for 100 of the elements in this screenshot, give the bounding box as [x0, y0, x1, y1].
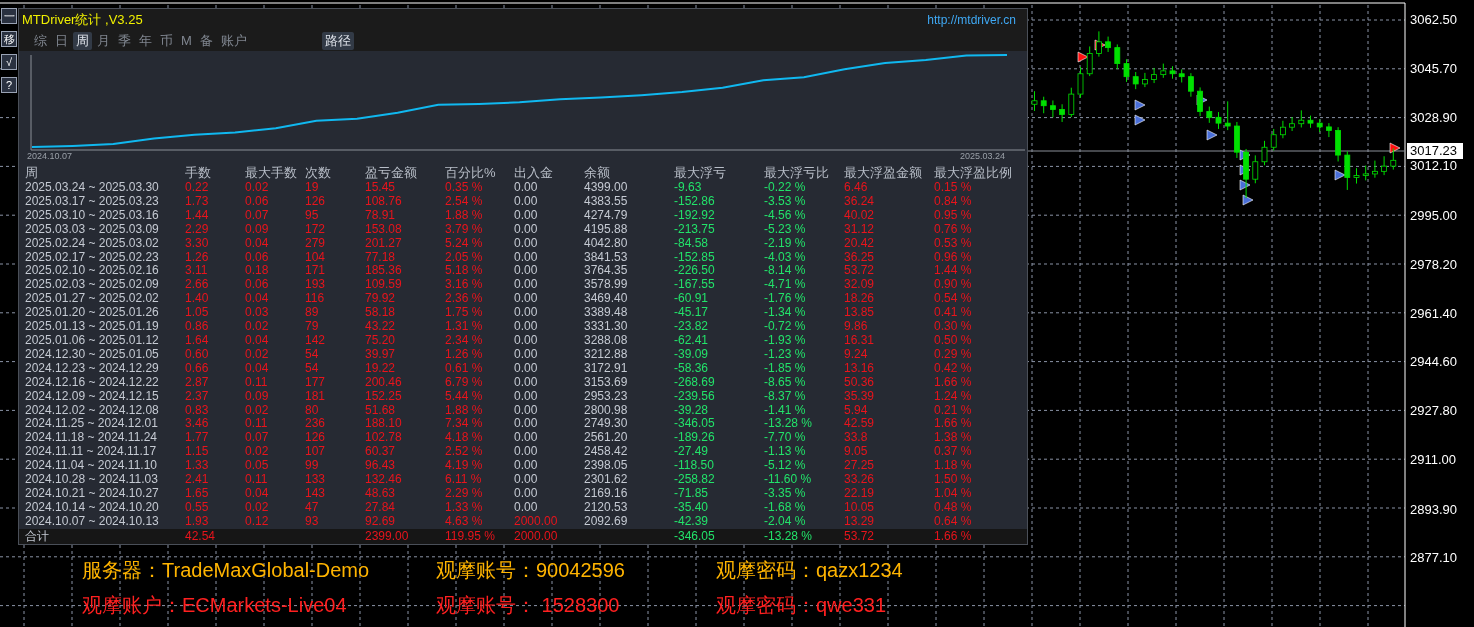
table-cell: 2398.05 [584, 458, 628, 473]
table-cell: 3331.30 [584, 319, 628, 334]
period-tab[interactable]: 季 [115, 32, 134, 50]
table-cell: 0.54 % [934, 291, 972, 306]
table-cell: 0.60 [185, 346, 209, 361]
table-cell: -35.40 [674, 499, 709, 514]
candle [1096, 30, 1102, 58]
price-label: 2927.80 [1410, 403, 1457, 420]
table-cell: 1.40 [185, 291, 209, 306]
table-cell: 42.54 [185, 529, 216, 543]
table-cell: -27.49 [674, 444, 709, 459]
candle [1372, 160, 1378, 179]
table-cell: 0.00 [514, 235, 538, 250]
table-cell: 2749.30 [584, 416, 628, 431]
candle [1206, 106, 1213, 124]
table-cell: 1.66 % [934, 529, 972, 543]
arrow-marker-icon [1134, 99, 1146, 111]
table-cell: 0.00 [514, 346, 538, 361]
table-cell: 2025.03.17 ~ 2025.03.23 [25, 193, 159, 208]
candle [1105, 36, 1111, 53]
period-tab[interactable]: 月 [94, 32, 113, 50]
candle [1381, 155, 1387, 176]
period-tab[interactable]: 账户 [217, 32, 250, 50]
table-cell: 0.96 % [934, 249, 972, 264]
table-cell: 0.42 % [934, 360, 972, 375]
table-cell: 19.22 [365, 360, 396, 375]
table-cell: -239.56 [674, 388, 715, 403]
table-cell: 2458.42 [584, 444, 628, 459]
table-cell: -1.34 % [764, 305, 806, 320]
table-cell: 54 [305, 346, 319, 361]
table-cell: 193 [305, 277, 326, 292]
table-cell: 78.91 [365, 207, 396, 222]
website-link[interactable]: http://mtdriver.cn [927, 11, 1016, 29]
candle [1040, 96, 1047, 114]
period-tab[interactable]: 周 [73, 32, 92, 50]
candle [1326, 122, 1332, 138]
table-cell: 0.00 [514, 416, 538, 431]
table-cell: 3.30 [185, 235, 209, 250]
table-cell: 188.10 [365, 416, 402, 431]
table-cell: -1.76 % [764, 291, 806, 306]
candle [1160, 63, 1167, 79]
candle [1123, 58, 1130, 83]
table-cell: -4.56 % [764, 207, 806, 222]
table-cell: 0.90 % [934, 277, 972, 292]
table-cell: 4195.88 [584, 221, 628, 236]
price-label: 3012.10 [1410, 158, 1457, 175]
toolbar-button[interactable]: ? [1, 77, 17, 93]
candle [1362, 165, 1369, 181]
period-tab[interactable]: 日 [52, 32, 71, 50]
price-label: 2961.40 [1410, 305, 1457, 322]
toolbar-button[interactable]: √ [1, 54, 17, 70]
table-cell: -268.69 [674, 374, 715, 389]
table-cell: 9.86 [844, 319, 868, 334]
table-cell: 93 [305, 513, 319, 528]
table-cell: 1.66 % [934, 416, 972, 431]
candle [1188, 72, 1194, 98]
table-cell: 0.22 [185, 180, 209, 194]
table-cell: 142 [305, 332, 326, 347]
candle [1316, 118, 1323, 133]
period-tab[interactable]: 综 [31, 32, 50, 50]
table-cell: -9.63 [674, 180, 702, 194]
account-info-text: 服务器：TradeMaxGlobal-Demo [82, 559, 370, 581]
table-cell: 2800.98 [584, 402, 628, 417]
period-tab[interactable]: M [178, 32, 195, 50]
table-cell: 19 [305, 180, 319, 194]
candle [1068, 87, 1075, 118]
table-cell: 0.06 [245, 277, 269, 292]
candle [1243, 148, 1249, 199]
period-tab[interactable]: 币 [157, 32, 176, 50]
table-cell: 75.20 [365, 332, 396, 347]
table-cell: 185.36 [365, 263, 402, 278]
toolbar-button[interactable]: 一 [1, 8, 17, 24]
table-cell: 36.24 [844, 193, 875, 208]
table-cell: 152.25 [365, 388, 402, 403]
table-cell: 1.24 % [934, 388, 972, 403]
period-tab[interactable]: 备 [196, 32, 216, 50]
candle [1234, 121, 1240, 159]
table-cell: 2.36 % [445, 291, 483, 306]
column-header: 最大浮盈比例 [934, 165, 1012, 180]
table-cell: 3172.91 [584, 360, 628, 375]
table-cell: -3.53 % [764, 193, 806, 208]
arrow-marker-icon [1206, 129, 1218, 141]
toolbar-button[interactable]: 移 [1, 31, 17, 47]
column-header: 余额 [584, 165, 610, 180]
table-cell: 1.38 % [934, 430, 972, 445]
period-tab[interactable]: 年 [136, 32, 155, 50]
table-cell: 2.37 [185, 388, 209, 403]
table-cell: 13.85 [844, 305, 875, 320]
table-cell: 0.50 % [934, 332, 972, 347]
table-cell: 79.92 [365, 291, 396, 306]
table-cell: 2024.12.30 ~ 2025.01.05 [25, 346, 159, 361]
candle [1077, 66, 1084, 99]
table-cell: -1.13 % [764, 444, 806, 459]
path-button[interactable]: 路径 [321, 32, 354, 50]
table-cell: 4042.80 [584, 235, 628, 250]
table-cell: 0.15 % [934, 180, 972, 194]
table-cell: 58.18 [365, 305, 396, 320]
table-cell: 3288.08 [584, 332, 628, 347]
table-cell: 2024.12.23 ~ 2024.12.29 [25, 360, 159, 375]
column-header: 最大浮亏比 [764, 165, 829, 180]
